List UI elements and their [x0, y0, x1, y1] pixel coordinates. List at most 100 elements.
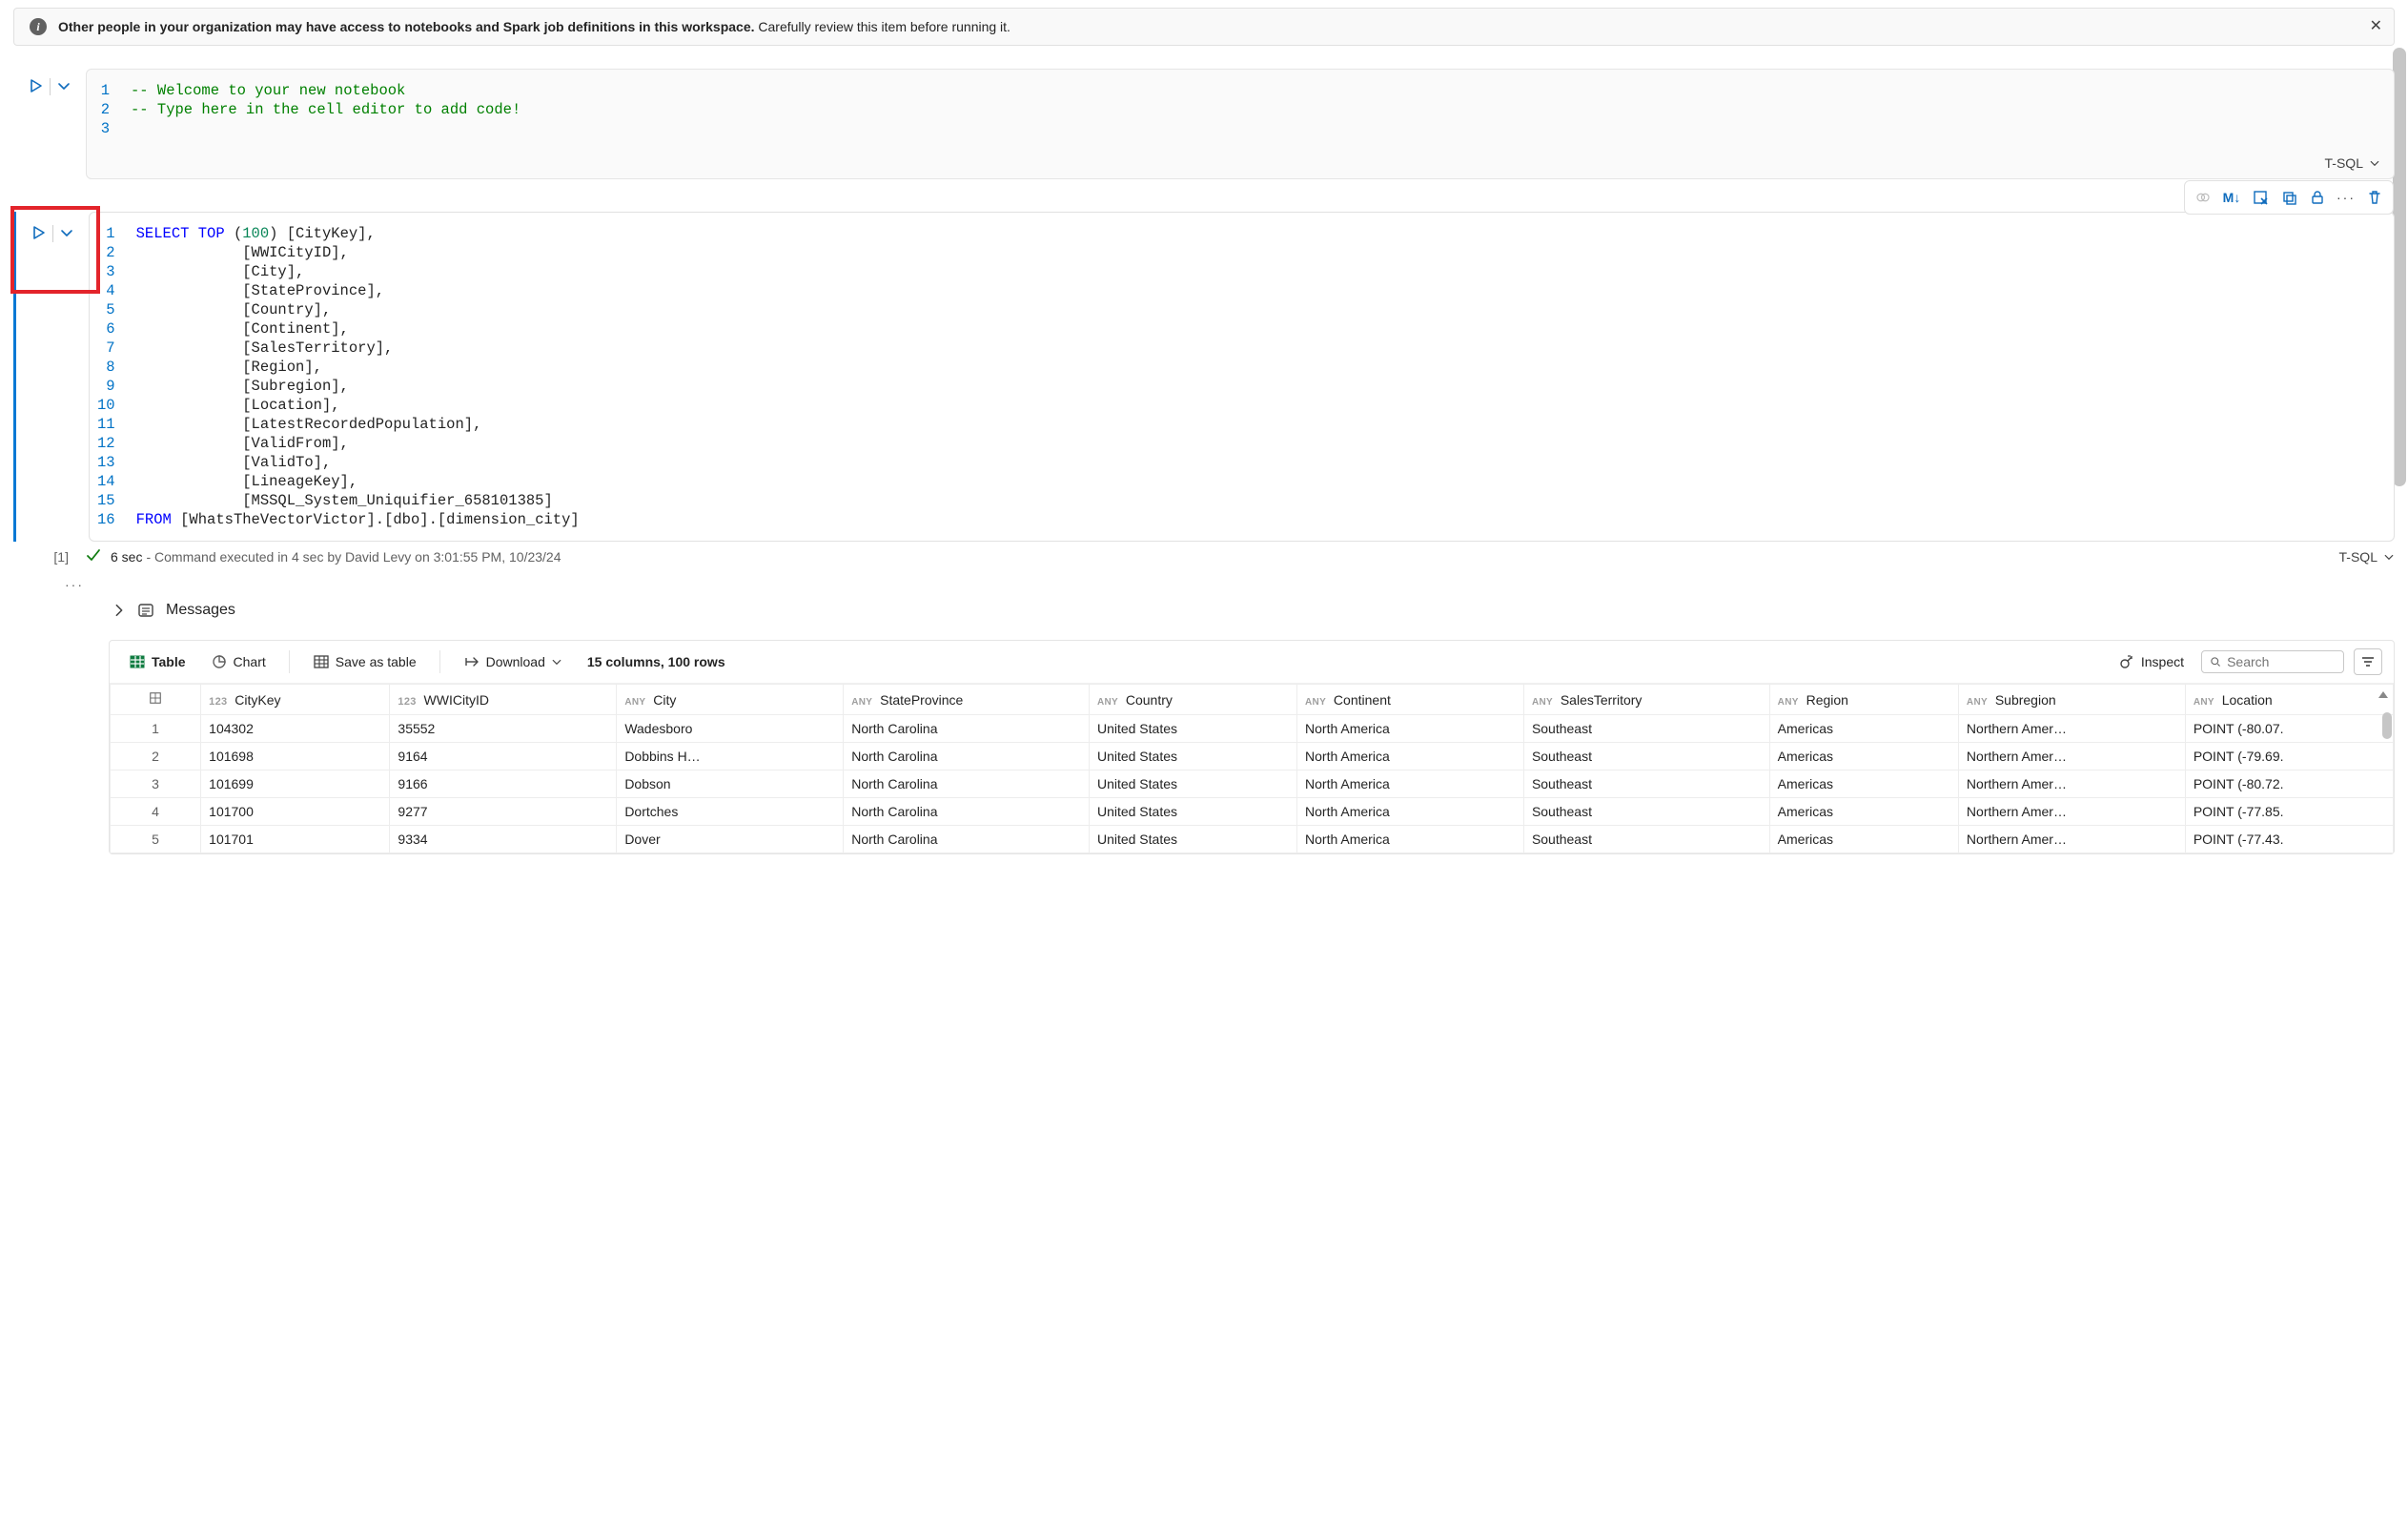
search-input[interactable]: [2227, 654, 2336, 669]
search-box[interactable]: [2201, 650, 2344, 673]
clear-output-icon[interactable]: [2246, 184, 2275, 211]
table-cell[interactable]: Southeast: [1523, 826, 1769, 853]
table-cell[interactable]: North Carolina: [844, 826, 1090, 853]
table-cell[interactable]: 104302: [201, 715, 390, 743]
table-cell[interactable]: North Carolina: [844, 770, 1090, 798]
table-cell[interactable]: North Carolina: [844, 798, 1090, 826]
table-cell[interactable]: Americas: [1769, 826, 1958, 853]
table-cell[interactable]: Northern Amer…: [1958, 798, 2185, 826]
view-table-button[interactable]: Table: [121, 649, 194, 674]
language-selector[interactable]: T-SQL: [2339, 549, 2395, 565]
more-actions-icon[interactable]: ···: [13, 577, 2395, 592]
table-cell[interactable]: Northern Amer…: [1958, 715, 2185, 743]
table-cell[interactable]: 9334: [390, 826, 617, 853]
table-cell[interactable]: United States: [1089, 826, 1296, 853]
table-cell[interactable]: Americas: [1769, 715, 1958, 743]
column-header[interactable]: ANY Country: [1089, 685, 1296, 715]
table-cell[interactable]: North America: [1297, 826, 1524, 853]
cell1-code[interactable]: 123 -- Welcome to your new notebook-- Ty…: [87, 70, 2394, 150]
run-icon[interactable]: [29, 78, 44, 93]
table-cell[interactable]: 9277: [390, 798, 617, 826]
cell2-body[interactable]: M↓ ··· 12345678910111213141516 SELECT TO…: [89, 212, 2395, 542]
table-cell[interactable]: POINT (-80.07.: [2185, 715, 2393, 743]
copilot-icon[interactable]: [2189, 184, 2217, 211]
table-cell[interactable]: 9166: [390, 770, 617, 798]
table-cell[interactable]: POINT (-77.85.: [2185, 798, 2393, 826]
table-cell[interactable]: United States: [1089, 770, 1296, 798]
table-cell[interactable]: North Carolina: [844, 743, 1090, 770]
table-cell[interactable]: United States: [1089, 743, 1296, 770]
table-scrollbar[interactable]: [2382, 712, 2392, 739]
lock-icon[interactable]: [2303, 184, 2332, 211]
table-cell[interactable]: Dobbins H…: [617, 743, 844, 770]
gutter-divider: [52, 225, 53, 242]
table-cell[interactable]: Southeast: [1523, 798, 1769, 826]
table-cell[interactable]: United States: [1089, 715, 1296, 743]
inspect-button[interactable]: Inspect: [2111, 649, 2192, 674]
table-cell[interactable]: North America: [1297, 743, 1524, 770]
chevron-down-icon[interactable]: [59, 225, 74, 240]
status-message: - Command executed in 4 sec by David Lev…: [146, 549, 561, 565]
column-header[interactable]: ANY SalesTerritory: [1523, 685, 1769, 715]
table-cell[interactable]: North Carolina: [844, 715, 1090, 743]
table-cell[interactable]: Southeast: [1523, 715, 1769, 743]
column-header[interactable]: 123 CityKey: [201, 685, 390, 715]
table-cell[interactable]: North America: [1297, 715, 1524, 743]
download-button[interactable]: Download: [456, 649, 570, 674]
table-cell[interactable]: Dortches: [617, 798, 844, 826]
duplicate-icon[interactable]: [2275, 184, 2303, 211]
cell1-body[interactable]: 123 -- Welcome to your new notebook-- Ty…: [86, 69, 2395, 179]
table-cell[interactable]: Southeast: [1523, 743, 1769, 770]
table-cell[interactable]: Americas: [1769, 743, 1958, 770]
table-row[interactable]: 21016989164Dobbins H…North CarolinaUnite…: [111, 743, 2394, 770]
column-header[interactable]: ANY Subregion: [1958, 685, 2185, 715]
run-icon[interactable]: [31, 225, 47, 240]
table-cell[interactable]: North America: [1297, 770, 1524, 798]
results-table[interactable]: 123 CityKey123 WWICityIDANY CityANY Stat…: [110, 684, 2394, 853]
more-icon[interactable]: ···: [2332, 184, 2360, 211]
table-cell[interactable]: Northern Amer…: [1958, 826, 2185, 853]
column-header[interactable]: ANY Region: [1769, 685, 1958, 715]
table-cell[interactable]: Northern Amer…: [1958, 770, 2185, 798]
table-cell[interactable]: Wadesboro: [617, 715, 844, 743]
table-row[interactable]: 110430235552WadesboroNorth CarolinaUnite…: [111, 715, 2394, 743]
table-cell[interactable]: 101701: [201, 826, 390, 853]
table-row[interactable]: 41017009277DortchesNorth CarolinaUnited …: [111, 798, 2394, 826]
chevron-down-icon[interactable]: [56, 78, 71, 93]
messages-row[interactable]: Messages: [13, 592, 2395, 626]
column-header[interactable]: ANY Location: [2185, 685, 2393, 715]
table-cell[interactable]: Dover: [617, 826, 844, 853]
table-cell[interactable]: Southeast: [1523, 770, 1769, 798]
table-cell[interactable]: 9164: [390, 743, 617, 770]
row-number-header[interactable]: [111, 685, 201, 715]
table-cell[interactable]: Dobson: [617, 770, 844, 798]
markdown-button[interactable]: M↓: [2217, 184, 2246, 211]
table-cell[interactable]: POINT (-80.72.: [2185, 770, 2393, 798]
close-icon[interactable]: ✕: [2370, 16, 2382, 35]
table-cell[interactable]: 101699: [201, 770, 390, 798]
cell2-line-numbers: 12345678910111213141516: [97, 224, 136, 529]
language-selector[interactable]: T-SQL: [2325, 155, 2380, 171]
table-cell[interactable]: 35552: [390, 715, 617, 743]
filter-button[interactable]: [2354, 648, 2382, 675]
column-header[interactable]: ANY Continent: [1297, 685, 1524, 715]
table-cell[interactable]: North America: [1297, 798, 1524, 826]
table-cell[interactable]: Northern Amer…: [1958, 743, 2185, 770]
save-as-table-button[interactable]: Save as table: [305, 649, 424, 674]
table-row[interactable]: 51017019334DoverNorth CarolinaUnited Sta…: [111, 826, 2394, 853]
column-header[interactable]: 123 WWICityID: [390, 685, 617, 715]
table-cell[interactable]: POINT (-79.69.: [2185, 743, 2393, 770]
table-cell[interactable]: Americas: [1769, 798, 1958, 826]
table-cell[interactable]: 101698: [201, 743, 390, 770]
view-chart-button[interactable]: Chart: [203, 649, 274, 674]
table-cell[interactable]: 101700: [201, 798, 390, 826]
cell2-code[interactable]: 12345678910111213141516 SELECT TOP (100)…: [90, 213, 2394, 541]
table-cell[interactable]: United States: [1089, 798, 1296, 826]
table-cell[interactable]: Americas: [1769, 770, 1958, 798]
delete-icon[interactable]: [2360, 184, 2389, 211]
scroll-up-icon[interactable]: [2378, 691, 2388, 698]
column-header[interactable]: ANY City: [617, 685, 844, 715]
column-header[interactable]: ANY StateProvince: [844, 685, 1090, 715]
table-row[interactable]: 31016999166DobsonNorth CarolinaUnited St…: [111, 770, 2394, 798]
table-cell[interactable]: POINT (-77.43.: [2185, 826, 2393, 853]
